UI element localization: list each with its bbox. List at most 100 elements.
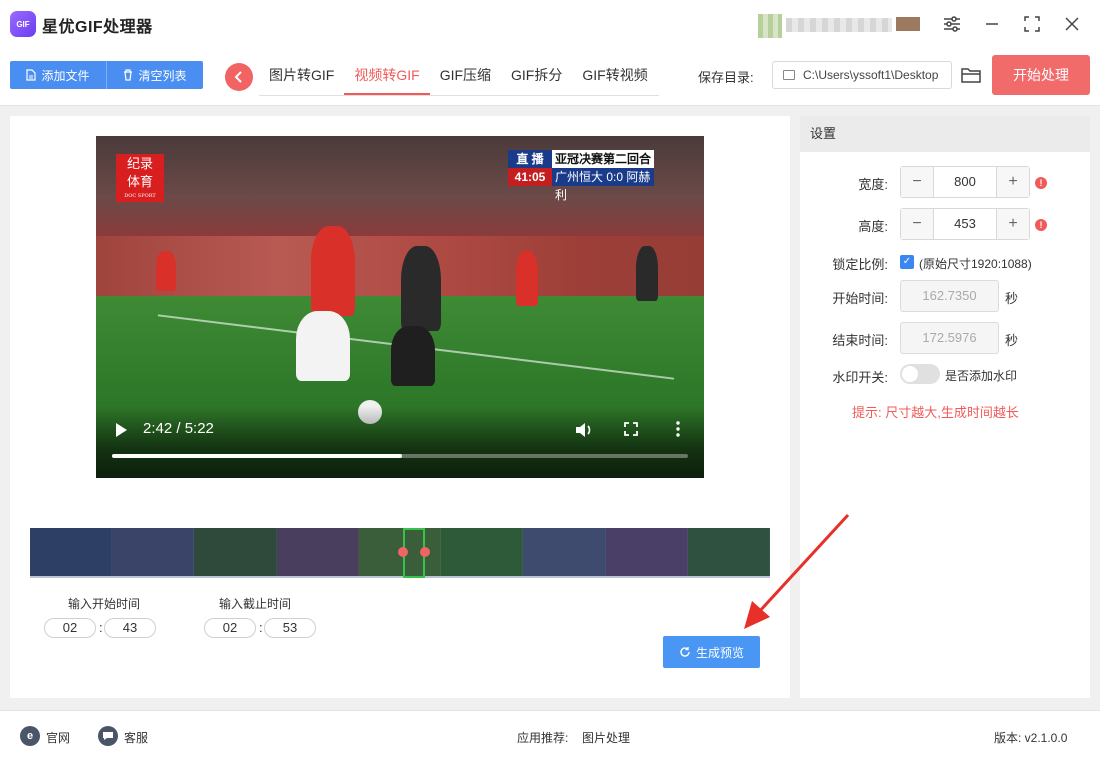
width-increment-button[interactable]: + xyxy=(997,167,1029,197)
video-controls xyxy=(96,406,704,478)
title-bar: GIF 星优GIF处理器 xyxy=(0,0,1100,48)
video-player-figure xyxy=(516,251,538,306)
video-progress-fill xyxy=(112,454,402,458)
width-value[interactable]: 800 xyxy=(933,167,997,197)
settings-header: 设置 xyxy=(800,116,1090,152)
end-time-label: 输入截止时间 xyxy=(219,597,292,611)
start-time-setting-label: 开始时间: xyxy=(832,291,888,306)
generate-preview-button[interactable]: 生成预览 xyxy=(663,636,760,668)
timeline-frame xyxy=(523,528,606,578)
height-value[interactable]: 453 xyxy=(933,209,997,239)
video-player-figure xyxy=(156,251,176,291)
time-separator: : xyxy=(259,620,263,635)
volume-icon[interactable] xyxy=(574,420,594,440)
video-time: 2:42 / 5:22 xyxy=(143,420,214,437)
timeline-frame xyxy=(605,528,688,578)
height-decrement-button[interactable]: − xyxy=(901,209,933,239)
width-warning-icon: ! xyxy=(1035,177,1047,189)
start-minute-input[interactable]: 02 xyxy=(44,618,96,638)
time-separator: : xyxy=(99,620,103,635)
play-icon[interactable] xyxy=(116,423,127,437)
video-player[interactable]: 纪录 体育 DOC SPORT 直 播 亚冠决赛第二回合 41:05 广州恒大 … xyxy=(96,136,704,478)
video-player-figure xyxy=(296,311,350,381)
app-title: 星优GIF处理器 xyxy=(42,19,153,36)
back-arrow-button[interactable] xyxy=(225,63,253,91)
channel-logo-en: DOC SPORT xyxy=(124,193,156,199)
start-second-input[interactable]: 43 xyxy=(104,618,156,638)
user-name-blurred[interactable] xyxy=(786,18,892,32)
channel-logo: 纪录 体育 DOC SPORT xyxy=(116,154,164,202)
clear-list-button[interactable]: 清空列表 xyxy=(107,61,203,89)
more-options-icon[interactable] xyxy=(676,421,680,437)
website-icon[interactable]: e xyxy=(20,726,40,746)
tab-gif-to-video[interactable]: GIF转视频 xyxy=(572,58,657,95)
height-stepper[interactable]: − 453 + xyxy=(900,208,1030,240)
close-icon[interactable] xyxy=(1060,12,1084,36)
add-file-label: 添加文件 xyxy=(41,68,90,83)
save-dir-field[interactable]: C:\Users\yssoft1\Desktop xyxy=(772,61,952,89)
start-time-field[interactable]: 162.7350 xyxy=(900,280,999,312)
minimize-icon[interactable] xyxy=(980,12,1004,36)
lock-ratio-label: 锁定比例: xyxy=(832,257,888,272)
end-time-setting-label: 结束时间: xyxy=(832,333,888,348)
chevron-left-icon xyxy=(234,71,242,83)
watermark-toggle-knob xyxy=(902,366,918,382)
user-avatar[interactable] xyxy=(758,14,782,38)
clear-list-label: 清空列表 xyxy=(138,68,187,83)
scoreboard: 直 播 亚冠决赛第二回合 41:05 广州恒大 0:0 阿赫利 xyxy=(508,150,654,202)
version-text: 版本: v2.1.0.0 xyxy=(994,731,1068,745)
width-stepper[interactable]: − 800 + xyxy=(900,166,1030,198)
tab-image-to-gif[interactable]: 图片转GIF xyxy=(259,58,344,95)
generate-preview-label: 生成预览 xyxy=(695,645,744,660)
video-player-figure xyxy=(391,326,435,386)
fullscreen-icon[interactable] xyxy=(624,422,638,436)
video-progress-bar[interactable] xyxy=(112,454,688,458)
video-player-figure xyxy=(636,246,658,301)
height-warning-icon: ! xyxy=(1035,219,1047,231)
lock-ratio-checkbox[interactable]: ✓ xyxy=(900,255,914,269)
video-ad-boards xyxy=(96,236,704,296)
tab-video-to-gif[interactable]: 视频转GIF xyxy=(344,58,430,95)
timeline-end-handle[interactable] xyxy=(420,547,430,557)
recommend-image-link[interactable]: 图片处理 xyxy=(582,729,630,746)
recommend-label: 应用推荐: xyxy=(517,731,569,745)
trash-icon xyxy=(124,69,133,81)
mode-tabs: 图片转GIF 视频转GIF GIF压缩 GIF拆分 GIF转视频 xyxy=(259,58,659,96)
refresh-icon xyxy=(680,647,690,657)
video-player-figure xyxy=(311,226,355,316)
timeline-start-handle[interactable] xyxy=(398,547,408,557)
add-file-button[interactable]: 添加文件 xyxy=(10,61,107,89)
channel-logo-line2: 体育 xyxy=(126,175,153,190)
timeline-frame xyxy=(276,528,359,578)
open-folder-icon[interactable] xyxy=(960,65,982,85)
height-increment-button[interactable]: + xyxy=(997,209,1029,239)
size-tip: 提示: 尺寸越大,生成时间越长 xyxy=(852,405,1019,420)
watermark-toggle[interactable] xyxy=(900,364,940,384)
tab-gif-compress[interactable]: GIF压缩 xyxy=(430,58,501,95)
end-time-field[interactable]: 172.5976 xyxy=(900,322,999,354)
end-second-input[interactable]: 53 xyxy=(264,618,316,638)
toolbar: 添加文件 清空列表 图片转GIF 视频转GIF GIF压缩 GIF拆分 GIF转… xyxy=(0,48,1100,106)
maximize-icon[interactable] xyxy=(1020,12,1044,36)
timeline-frame xyxy=(30,528,113,578)
settings-icon[interactable] xyxy=(940,12,964,36)
channel-logo-line1: 纪录 xyxy=(126,157,153,172)
save-dir-value: C:\Users\yssoft1\Desktop xyxy=(803,68,939,82)
support-link[interactable]: 客服 xyxy=(124,729,148,746)
annotation-arrow-icon xyxy=(744,513,850,629)
folder-small-icon xyxy=(783,70,795,80)
website-link[interactable]: 官网 xyxy=(46,729,70,746)
watermark-label: 水印开关: xyxy=(832,370,888,385)
end-minute-input[interactable]: 02 xyxy=(204,618,256,638)
start-time-label: 输入开始时间 xyxy=(68,597,141,611)
start-process-button[interactable]: 开始处理 xyxy=(992,55,1090,95)
timeline-frame xyxy=(441,528,524,578)
timeline-frame xyxy=(112,528,195,578)
scoreboard-clock: 41:05 xyxy=(508,168,552,186)
preview-panel: 纪录 体育 DOC SPORT 直 播 亚冠决赛第二回合 41:05 广州恒大 … xyxy=(10,116,790,698)
width-decrement-button[interactable]: − xyxy=(901,167,933,197)
width-label: 宽度: xyxy=(858,177,888,192)
file-icon xyxy=(26,69,37,81)
chat-icon[interactable] xyxy=(98,726,118,746)
tab-gif-split[interactable]: GIF拆分 xyxy=(501,58,572,95)
